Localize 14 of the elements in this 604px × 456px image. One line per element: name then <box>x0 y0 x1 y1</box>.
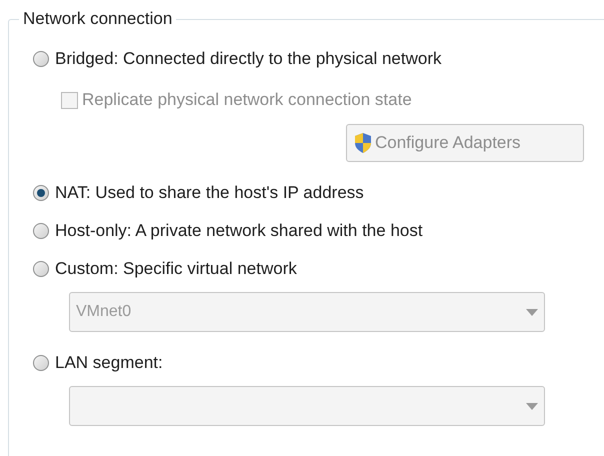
radio-label[interactable]: LAN segment: <box>55 350 163 376</box>
caret-icon <box>526 308 538 316</box>
radio-label[interactable]: Bridged: Connected directly to the physical network <box>55 46 442 72</box>
shield-icon <box>353 132 373 154</box>
radio-button[interactable] <box>33 223 49 239</box>
caret-icon <box>526 402 538 410</box>
radio-button[interactable] <box>33 261 49 277</box>
radio-label[interactable]: NAT: Used to share the host's IP address <box>55 180 364 206</box>
radio-button[interactable] <box>33 51 49 67</box>
radio-label[interactable]: Custom: Specific virtual network <box>55 256 297 282</box>
radio-button[interactable] <box>33 355 49 371</box>
radio-button[interactable] <box>33 185 49 201</box>
dropdown-value: VMnet0 <box>76 302 132 322</box>
radio-label[interactable]: Host-only: A private network shared with the host <box>55 218 423 244</box>
